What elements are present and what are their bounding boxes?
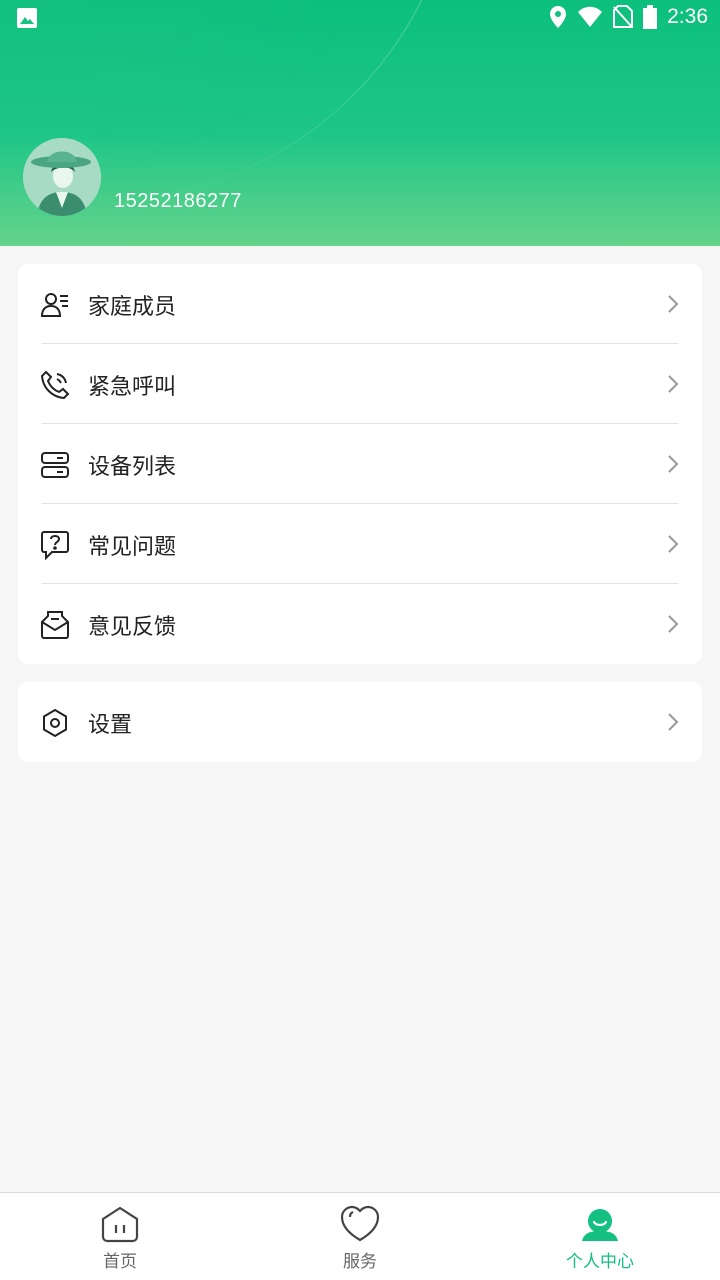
menu-card: 家庭成员 紧急呼叫 设备列表 常见问题 意见反馈: [18, 264, 702, 664]
no-sim-icon: [613, 5, 634, 28]
menu-item-family-members[interactable]: 家庭成员: [18, 264, 702, 344]
menu-item-label: 常见问题: [88, 535, 177, 560]
tab-label: 首页: [103, 1252, 137, 1272]
status-time: 2:36: [667, 5, 708, 28]
profile-icon: [582, 1209, 618, 1241]
chevron-right-icon: [668, 295, 679, 313]
heart-icon: [340, 1205, 380, 1242]
feedback-icon: [41, 611, 69, 639]
menu-item-label: 意见反馈: [88, 615, 177, 640]
chevron-right-icon: [668, 535, 679, 553]
menu-item-feedback[interactable]: 意见反馈: [18, 584, 702, 664]
settings-icon: [43, 708, 67, 738]
chevron-right-icon: [668, 375, 679, 393]
chevron-right-icon: [668, 615, 679, 633]
device-list-icon: [41, 452, 69, 478]
wifi-icon: [578, 6, 603, 27]
tab-profile[interactable]: 个人中心: [480, 1193, 720, 1280]
menu-item-settings[interactable]: 设置: [18, 682, 702, 762]
chevron-right-icon: [668, 455, 679, 473]
tab-home[interactable]: 首页: [0, 1193, 240, 1280]
tab-label: 服务: [343, 1252, 377, 1272]
chevron-right-icon: [668, 713, 679, 731]
status-bar: 2:36: [0, 0, 720, 38]
menu-item-label: 紧急呼叫: [88, 375, 177, 400]
avatar-illustration-icon: [23, 138, 101, 216]
menu-item-device-list[interactable]: 设备列表: [18, 424, 702, 504]
menu-item-label: 家庭成员: [88, 295, 177, 320]
bottom-tab-bar: 首页 服务 个人中心: [0, 1192, 720, 1280]
location-icon: [550, 6, 567, 28]
profile-header: 2:36 15252186277: [0, 0, 720, 246]
tab-service[interactable]: 服务: [240, 1193, 480, 1280]
settings-card: 设置: [18, 682, 702, 762]
settings-label: 设置: [88, 713, 133, 738]
gallery-icon: [17, 8, 37, 28]
menu-item-label: 设备列表: [88, 455, 177, 480]
battery-icon: [643, 5, 658, 29]
faq-icon: [41, 531, 69, 560]
menu-item-emergency-call[interactable]: 紧急呼叫: [18, 344, 702, 424]
phone-call-icon: [40, 370, 70, 400]
tab-label: 个人中心: [566, 1252, 634, 1272]
menu-item-faq[interactable]: 常见问题: [18, 504, 702, 584]
user-phone-number: 15252186277: [114, 190, 242, 212]
avatar[interactable]: [23, 138, 101, 216]
family-member-icon: [40, 293, 68, 317]
home-icon: [101, 1206, 139, 1243]
